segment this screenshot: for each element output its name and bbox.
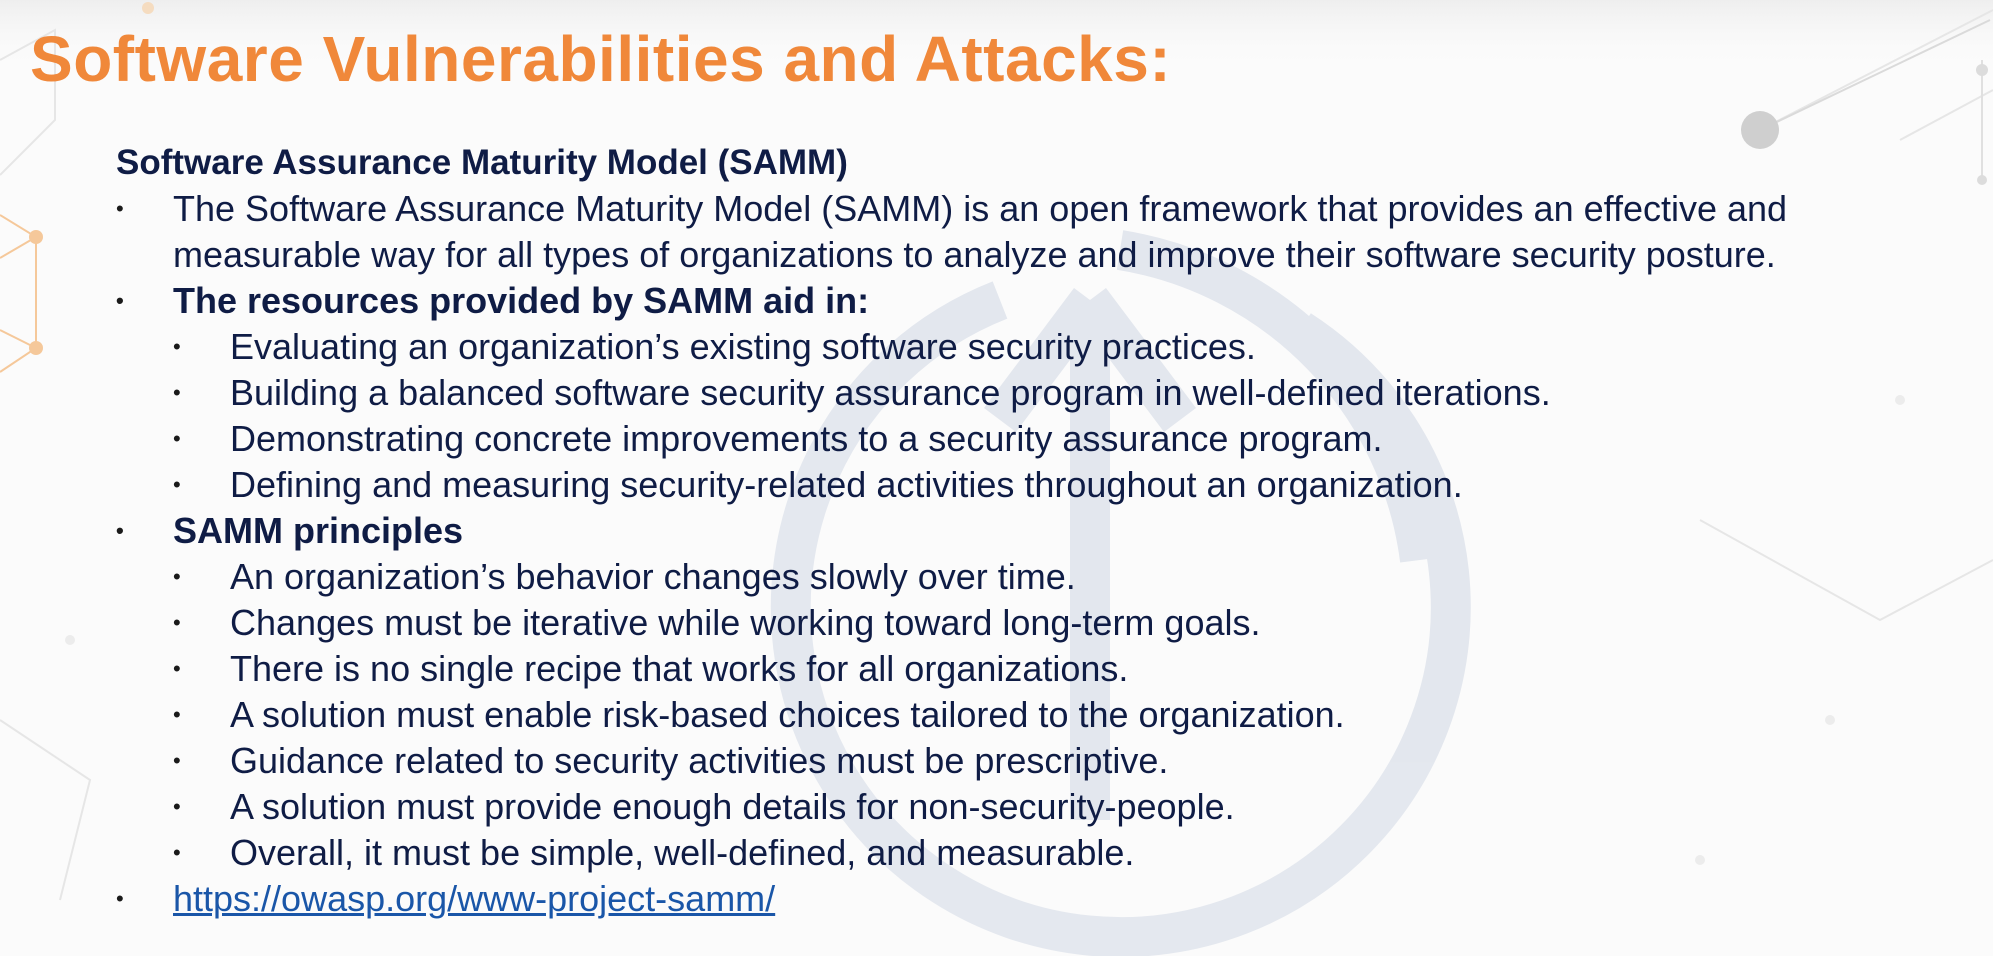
intro-bullet: • The Software Assurance Maturity Model … bbox=[116, 186, 1966, 278]
list-item: • There is no single recipe that works f… bbox=[116, 646, 1966, 692]
principles-item-1: An organization’s behavior changes slowl… bbox=[230, 556, 1076, 597]
bullet-icon: • bbox=[173, 794, 181, 819]
bullet-icon: • bbox=[173, 334, 181, 359]
list-item: • An organization’s behavior changes slo… bbox=[116, 554, 1966, 600]
resources-heading-bullet: • The resources provided by SAMM aid in: bbox=[116, 278, 1966, 324]
bullet-icon: • bbox=[173, 564, 181, 589]
bullet-icon: • bbox=[116, 886, 124, 911]
intro-line-2: measurable way for all types of organiza… bbox=[173, 234, 1776, 275]
bullet-icon: • bbox=[173, 472, 181, 497]
principles-item-5: Guidance related to security activities … bbox=[230, 740, 1169, 781]
list-item: • Guidance related to security activitie… bbox=[116, 738, 1966, 784]
list-item: • Evaluating an organization’s existing … bbox=[116, 324, 1966, 370]
bullet-icon: • bbox=[173, 426, 181, 451]
bullet-icon: • bbox=[173, 748, 181, 773]
bullet-icon: • bbox=[116, 288, 124, 313]
bullet-icon: • bbox=[173, 656, 181, 681]
list-item: • A solution must enable risk-based choi… bbox=[116, 692, 1966, 738]
principles-item-6: A solution must provide enough details f… bbox=[230, 786, 1235, 827]
list-item: • A solution must provide enough details… bbox=[116, 784, 1966, 830]
bullet-icon: • bbox=[116, 518, 124, 543]
intro-line-1: The Software Assurance Maturity Model (S… bbox=[173, 188, 1788, 229]
section-heading: Software Assurance Maturity Model (SAMM) bbox=[116, 143, 848, 182]
slide-body: Software Assurance Maturity Model (SAMM)… bbox=[116, 140, 1966, 922]
bullet-icon: • bbox=[173, 702, 181, 727]
resources-item-2: Building a balanced software security as… bbox=[230, 372, 1551, 413]
list-item: • Defining and measuring security-relate… bbox=[116, 462, 1966, 508]
list-item: • Demonstrating concrete improvements to… bbox=[116, 416, 1966, 462]
resources-heading: The resources provided by SAMM aid in: bbox=[173, 280, 870, 321]
principles-heading: SAMM principles bbox=[173, 510, 464, 551]
samm-project-link[interactable]: https://owasp.org/www-project-samm/ bbox=[173, 878, 775, 919]
resources-item-1: Evaluating an organization’s existing so… bbox=[230, 326, 1256, 367]
principles-item-7: Overall, it must be simple, well-defined… bbox=[230, 832, 1135, 873]
bullet-icon: • bbox=[116, 196, 124, 221]
principles-item-4: A solution must enable risk-based choice… bbox=[230, 694, 1345, 735]
resources-item-3: Demonstrating concrete improvements to a… bbox=[230, 418, 1383, 459]
principles-item-2: Changes must be iterative while working … bbox=[230, 602, 1261, 643]
list-item: • Building a balanced software security … bbox=[116, 370, 1966, 416]
principles-item-3: There is no single recipe that works for… bbox=[230, 648, 1129, 689]
list-item: • Changes must be iterative while workin… bbox=[116, 600, 1966, 646]
bullet-icon: • bbox=[173, 380, 181, 405]
bullet-icon: • bbox=[173, 610, 181, 635]
list-item: • Overall, it must be simple, well-defin… bbox=[116, 830, 1966, 876]
slide-title: Software Vulnerabilities and Attacks: bbox=[30, 23, 1172, 95]
bullet-icon: • bbox=[173, 840, 181, 865]
principles-heading-bullet: • SAMM principles bbox=[116, 508, 1966, 554]
resources-item-4: Defining and measuring security-related … bbox=[230, 464, 1463, 505]
link-bullet: • https://owasp.org/www-project-samm/ bbox=[116, 876, 1966, 922]
